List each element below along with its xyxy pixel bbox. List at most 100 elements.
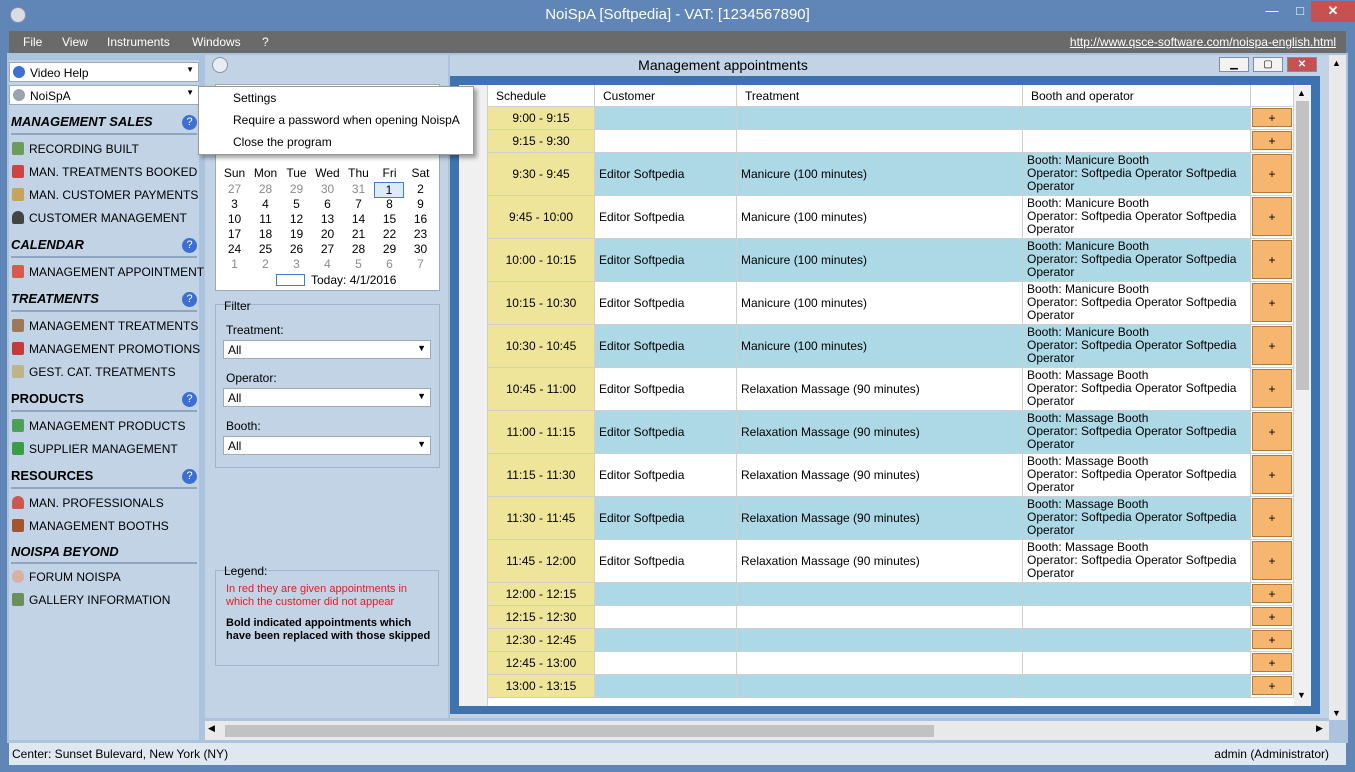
calendar-day[interactable]: 29 [374, 242, 405, 256]
help-icon[interactable]: ? [182, 292, 197, 307]
scroll-right-icon[interactable]: ▶ [1316, 723, 1323, 734]
calendar-day[interactable]: 22 [374, 227, 405, 241]
booth-operator-cell[interactable] [1023, 130, 1251, 153]
calendar-day[interactable]: 31 [343, 182, 374, 196]
calendar-day[interactable]: 12 [281, 212, 312, 226]
customer-cell[interactable] [595, 629, 737, 652]
table-row[interactable]: 9:00 - 9:15 + [459, 107, 1294, 130]
add-appointment-button[interactable]: + [1252, 326, 1292, 365]
treatment-cell[interactable] [737, 583, 1023, 606]
treatment-cell[interactable] [737, 107, 1023, 130]
calendar-day[interactable]: 7 [343, 197, 374, 211]
table-row[interactable]: 12:00 - 12:15 + [459, 583, 1294, 606]
calendar-day[interactable]: 30 [312, 182, 343, 196]
grid-scroll-thumb[interactable] [1296, 101, 1309, 390]
customer-cell[interactable] [595, 652, 737, 675]
calendar-day[interactable]: 11 [250, 212, 281, 226]
calendar-day[interactable]: 8 [374, 197, 405, 211]
customer-cell[interactable]: Editor Softpedia [595, 411, 737, 454]
calendar-day[interactable]: 7 [405, 257, 436, 271]
booth-operator-cell[interactable] [1023, 629, 1251, 652]
schedule-cell[interactable]: 11:15 - 11:30 [488, 454, 595, 497]
booth-operator-cell[interactable] [1023, 606, 1251, 629]
scroll-up-icon[interactable]: ▲ [1297, 88, 1306, 98]
booth-filter-select[interactable]: All ▼ [223, 436, 431, 455]
schedule-cell[interactable]: 12:15 - 12:30 [488, 606, 595, 629]
customer-cell[interactable] [595, 606, 737, 629]
treatment-cell[interactable] [737, 652, 1023, 675]
booth-operator-cell[interactable]: Booth: Manicure Booth Operator: Softpedia… [1023, 282, 1251, 325]
treatment-cell[interactable]: Manicure (100 minutes) [737, 325, 1023, 368]
calendar-day[interactable]: 20 [312, 227, 343, 241]
calendar-day[interactable]: 30 [405, 242, 436, 256]
calendar-day[interactable]: 18 [250, 227, 281, 241]
today-label[interactable]: Today: 4/1/2016 [311, 273, 396, 287]
customer-cell[interactable]: Editor Softpedia [595, 540, 737, 583]
table-row[interactable]: 11:30 - 11:45 Editor Softpedia Relaxation … [459, 497, 1294, 540]
add-appointment-button[interactable]: + [1252, 197, 1292, 236]
schedule-cell[interactable]: 9:15 - 9:30 [488, 130, 595, 153]
table-row[interactable]: 9:15 - 9:30 + [459, 130, 1294, 153]
table-row[interactable]: 12:45 - 13:00 + [459, 652, 1294, 675]
menu-windows[interactable]: Windows [192, 35, 241, 49]
customer-cell[interactable]: Editor Softpedia [595, 325, 737, 368]
add-appointment-button[interactable]: + [1252, 240, 1292, 279]
calendar-day[interactable]: 25 [250, 242, 281, 256]
add-appointment-button[interactable]: + [1252, 283, 1292, 322]
add-appointment-button[interactable]: + [1252, 455, 1292, 494]
treatment-cell[interactable]: Relaxation Massage (90 minutes) [737, 540, 1023, 583]
add-appointment-button[interactable]: + [1252, 154, 1292, 193]
table-row[interactable]: 11:45 - 12:00 Editor Softpedia Relaxation … [459, 540, 1294, 583]
treatment-cell[interactable] [737, 675, 1023, 698]
calendar-day[interactable]: 23 [405, 227, 436, 241]
schedule-cell[interactable]: 11:45 - 12:00 [488, 540, 595, 583]
calendar-day[interactable]: 5 [343, 257, 374, 271]
treatment-cell[interactable]: Relaxation Massage (90 minutes) [737, 368, 1023, 411]
table-row[interactable]: 10:30 - 10:45 Editor Softpedia Manicure (1… [459, 325, 1294, 368]
panel-icon[interactable] [212, 57, 228, 73]
help-icon[interactable]: ? [182, 115, 197, 130]
schedule-cell[interactable]: 12:45 - 13:00 [488, 652, 595, 675]
treatment-cell[interactable] [737, 629, 1023, 652]
calendar-day[interactable]: 1 [219, 257, 250, 271]
treatment-filter-select[interactable]: All ▼ [223, 340, 431, 359]
calendar-day[interactable]: 13 [312, 212, 343, 226]
treatment-cell[interactable] [737, 130, 1023, 153]
customer-cell[interactable]: Editor Softpedia [595, 454, 737, 497]
add-appointment-button[interactable]: + [1252, 498, 1292, 537]
add-appointment-button[interactable]: + [1252, 584, 1292, 603]
scroll-down-icon[interactable]: ▼ [1297, 690, 1306, 700]
calendar-day[interactable]: 15 [374, 212, 405, 226]
calendar-day[interactable]: 2 [250, 257, 281, 271]
booth-operator-cell[interactable]: Booth: Manicure Booth Operator: Softpedia… [1023, 153, 1251, 196]
booth-operator-cell[interactable]: Booth: Manicure Booth Operator: Softpedia… [1023, 196, 1251, 239]
calendar-day[interactable]: 4 [312, 257, 343, 271]
child-close-button[interactable]: ✕ [1287, 57, 1317, 72]
help-icon[interactable]: ? [182, 392, 197, 407]
calendar-day[interactable]: 3 [281, 257, 312, 271]
calendar-day[interactable]: 14 [343, 212, 374, 226]
table-row[interactable]: 12:30 - 12:45 + [459, 629, 1294, 652]
schedule-cell[interactable]: 11:30 - 11:45 [488, 497, 595, 540]
menu-instruments[interactable]: Instruments [107, 35, 170, 49]
booth-operator-cell[interactable]: Booth: Massage Booth Operator: Softpedia … [1023, 454, 1251, 497]
add-appointment-button[interactable]: + [1252, 131, 1292, 150]
customer-cell[interactable]: Editor Softpedia [595, 282, 737, 325]
table-row[interactable]: 10:15 - 10:30 Editor Softpedia Manicure (1… [459, 282, 1294, 325]
calendar-day[interactable]: 1 [374, 182, 404, 198]
booth-operator-cell[interactable] [1023, 675, 1251, 698]
schedule-cell[interactable]: 12:00 - 12:15 [488, 583, 595, 606]
calendar-day[interactable]: 4 [250, 197, 281, 211]
booth-operator-cell[interactable]: Booth: Massage Booth Operator: Softpedia … [1023, 368, 1251, 411]
menu-file[interactable]: File [23, 35, 42, 49]
calendar-day[interactable]: 3 [219, 197, 250, 211]
treatment-cell[interactable]: Relaxation Massage (90 minutes) [737, 411, 1023, 454]
treatment-cell[interactable] [737, 606, 1023, 629]
treatment-cell[interactable]: Relaxation Massage (90 minutes) [737, 497, 1023, 540]
table-row[interactable]: 12:15 - 12:30 + [459, 606, 1294, 629]
customer-cell[interactable]: Editor Softpedia [595, 153, 737, 196]
customer-cell[interactable]: Editor Softpedia [595, 497, 737, 540]
calendar-day[interactable]: 27 [219, 182, 250, 196]
child-minimize-button[interactable]: ▁ [1219, 57, 1249, 72]
booth-operator-cell[interactable]: Booth: Manicure Booth Operator: Softpedia… [1023, 239, 1251, 282]
